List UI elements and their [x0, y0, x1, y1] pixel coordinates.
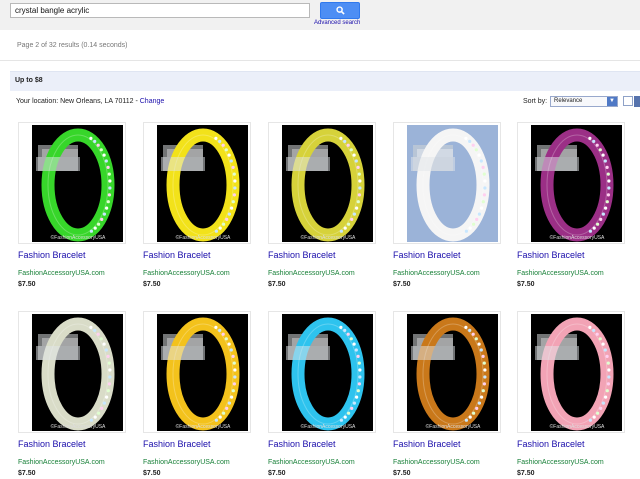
product-title-link[interactable]: Fashion Bracelet: [268, 439, 336, 449]
grid-view-icon[interactable]: [623, 96, 633, 106]
product-price: $7.50: [143, 281, 161, 288]
product-card[interactable]: ©FashionAccessoryUSA Fashion Bracelet Fash…: [517, 311, 635, 479]
seller-name: FashionAccessoryUSA.com: [18, 459, 105, 466]
watermark-text: ©FashionAccessoryUSA: [426, 423, 481, 430]
watermark-text: ©FashionAccessoryUSA: [550, 423, 605, 430]
results-info: Page 2 of 32 results (0.14 seconds): [17, 42, 128, 49]
product-price: $7.50: [268, 281, 286, 288]
product-price: $7.50: [517, 281, 535, 288]
seller-name: FashionAccessoryUSA.com: [143, 459, 230, 466]
product-title-link[interactable]: Fashion Bracelet: [517, 439, 585, 449]
watermark-text: ©FashionAccessoryUSA: [176, 423, 231, 430]
bracelet-image: ©FashionAccessoryUSA: [407, 314, 498, 431]
seller-name: FashionAccessoryUSA.com: [268, 270, 355, 277]
seller-name: FashionAccessoryUSA.com: [517, 459, 604, 466]
product-card[interactable]: ©FashionAccessoryUSA Fashion Bracelet Fash…: [18, 122, 136, 290]
product-title-link[interactable]: Fashion Bracelet: [143, 439, 211, 449]
bracelet-image: ©FashionAccessoryUSA: [32, 314, 123, 431]
product-title-link[interactable]: Fashion Bracelet: [393, 250, 461, 260]
bracelet-image: [407, 125, 498, 242]
product-image[interactable]: ©FashionAccessoryUSA: [157, 125, 248, 242]
product-title-link[interactable]: Fashion Bracelet: [268, 250, 336, 260]
bracelet-image: ©FashionAccessoryUSA: [531, 314, 622, 431]
watermark-text: ©FashionAccessoryUSA: [51, 234, 106, 241]
product-price: $7.50: [393, 470, 411, 477]
product-price: $7.50: [18, 470, 36, 477]
product-card[interactable]: Fashion Bracelet FashionAccessoryUSA.com $…: [393, 122, 511, 290]
top-bar: Advanced search: [0, 0, 640, 30]
divider: [0, 60, 640, 61]
product-image[interactable]: [407, 125, 498, 242]
product-card[interactable]: ©FashionAccessoryUSA Fashion Bracelet Fash…: [517, 122, 635, 290]
product-card[interactable]: ©FashionAccessoryUSA Fashion Bracelet Fash…: [268, 311, 386, 479]
product-card[interactable]: ©FashionAccessoryUSA Fashion Bracelet Fash…: [393, 311, 511, 479]
seller-name: FashionAccessoryUSA.com: [517, 270, 604, 277]
product-card[interactable]: ©FashionAccessoryUSA Fashion Bracelet Fash…: [268, 122, 386, 290]
seller-name: FashionAccessoryUSA.com: [268, 459, 355, 466]
location-line: Your location: New Orleans, LA 70112 - C…: [16, 98, 164, 105]
sort-selected-value: Relevance: [554, 98, 583, 104]
product-image[interactable]: ©FashionAccessoryUSA: [531, 314, 622, 431]
product-title-link[interactable]: Fashion Bracelet: [18, 439, 86, 449]
product-price: $7.50: [18, 281, 36, 288]
watermark-text: ©FashionAccessoryUSA: [550, 234, 605, 241]
search-icon: [335, 6, 345, 15]
bracelet-image: ©FashionAccessoryUSA: [282, 125, 373, 242]
search-input[interactable]: [10, 3, 310, 18]
product-image[interactable]: ©FashionAccessoryUSA: [531, 125, 622, 242]
product-image[interactable]: ©FashionAccessoryUSA: [32, 125, 123, 242]
product-title-link[interactable]: Fashion Bracelet: [393, 439, 461, 449]
product-image[interactable]: ©FashionAccessoryUSA: [157, 314, 248, 431]
product-price: $7.50: [393, 281, 411, 288]
location-text: Your location: New Orleans, LA 70112 -: [16, 98, 140, 105]
list-view-icon[interactable]: [634, 96, 640, 107]
product-image[interactable]: ©FashionAccessoryUSA: [282, 314, 373, 431]
sort-select[interactable]: Relevance ▼: [550, 96, 618, 107]
bracelet-image: ©FashionAccessoryUSA: [157, 125, 248, 242]
product-price: $7.50: [268, 470, 286, 477]
product-title-link[interactable]: Fashion Bracelet: [143, 250, 211, 260]
seller-name: FashionAccessoryUSA.com: [393, 459, 480, 466]
product-title-link[interactable]: Fashion Bracelet: [18, 250, 86, 260]
product-image[interactable]: ©FashionAccessoryUSA: [32, 314, 123, 431]
bracelet-image: ©FashionAccessoryUSA: [157, 314, 248, 431]
bracelet-image: ©FashionAccessoryUSA: [531, 125, 622, 242]
search-button[interactable]: [320, 2, 360, 19]
change-location-link[interactable]: Change: [140, 98, 165, 105]
watermark-text: ©FashionAccessoryUSA: [51, 423, 106, 430]
product-title-link[interactable]: Fashion Bracelet: [517, 250, 585, 260]
seller-name: FashionAccessoryUSA.com: [393, 270, 480, 277]
price-filter-label[interactable]: Up to $8: [15, 77, 43, 84]
product-card[interactable]: ©FashionAccessoryUSA Fashion Bracelet Fash…: [143, 311, 261, 479]
bracelet-image: ©FashionAccessoryUSA: [282, 314, 373, 431]
product-price: $7.50: [517, 470, 535, 477]
product-price: $7.50: [143, 470, 161, 477]
product-image[interactable]: ©FashionAccessoryUSA: [282, 125, 373, 242]
product-card[interactable]: ©FashionAccessoryUSA Fashion Bracelet Fash…: [18, 311, 136, 479]
watermark-text: ©FashionAccessoryUSA: [176, 234, 231, 241]
seller-name: FashionAccessoryUSA.com: [18, 270, 105, 277]
seller-name: FashionAccessoryUSA.com: [143, 270, 230, 277]
watermark-text: ©FashionAccessoryUSA: [301, 423, 356, 430]
bracelet-image: ©FashionAccessoryUSA: [32, 125, 123, 242]
sort-label: Sort by:: [523, 98, 548, 105]
product-image[interactable]: ©FashionAccessoryUSA: [407, 314, 498, 431]
advanced-search-link[interactable]: Advanced search: [314, 20, 360, 26]
price-filter-bar: Up to $8: [10, 71, 640, 91]
chevron-down-icon: ▼: [607, 97, 617, 106]
product-card[interactable]: ©FashionAccessoryUSA Fashion Bracelet Fash…: [143, 122, 261, 290]
watermark-text: ©FashionAccessoryUSA: [301, 234, 356, 241]
